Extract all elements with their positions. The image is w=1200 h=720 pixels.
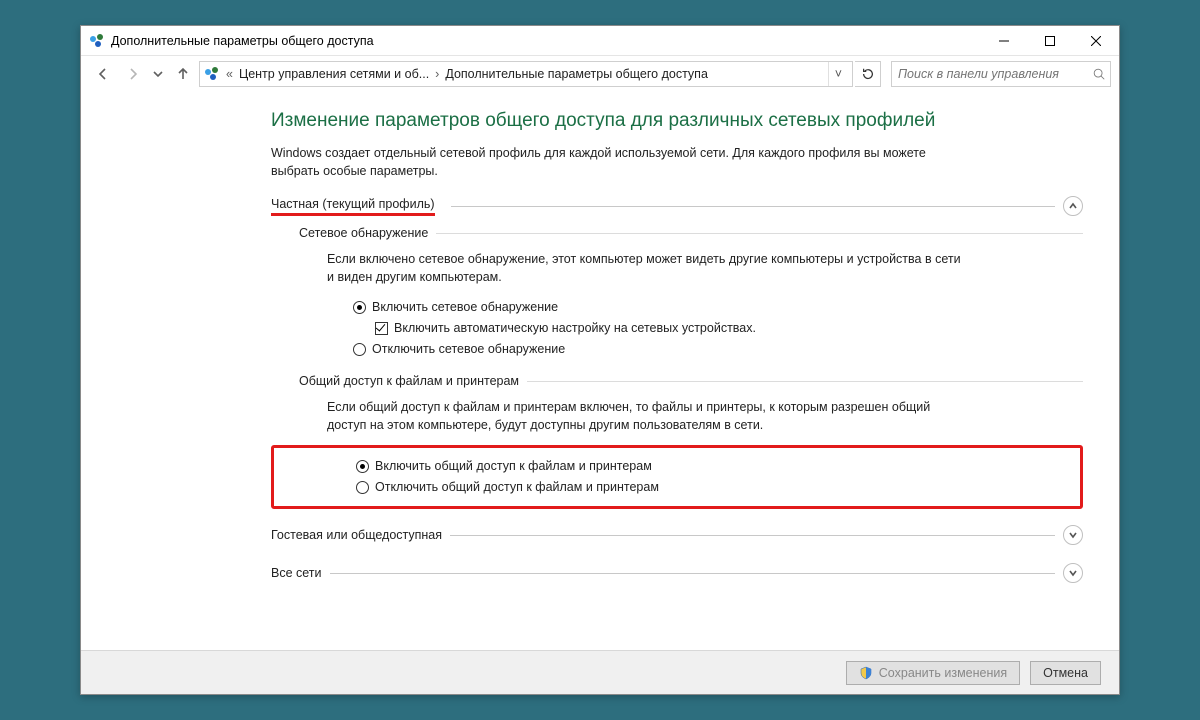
checkbox-label: Включить автоматическую настройку на сет… bbox=[394, 318, 756, 339]
radio-label: Отключить общий доступ к файлам и принте… bbox=[375, 477, 659, 498]
page-intro: Windows создает отдельный сетевой профил… bbox=[271, 144, 971, 180]
profile-all-header[interactable]: Все сети bbox=[271, 563, 1083, 583]
radio-discovery-off[interactable]: Отключить сетевое обнаружение bbox=[353, 339, 1083, 360]
page-title: Изменение параметров общего доступа для … bbox=[271, 110, 1083, 132]
checkbox-discovery-auto[interactable]: Включить автоматическую настройку на сет… bbox=[375, 318, 1083, 339]
chevron-right-icon: › bbox=[433, 67, 441, 81]
radio-fileshare-off[interactable]: Отключить общий доступ к файлам и принте… bbox=[356, 477, 1068, 498]
save-button-label: Сохранить изменения bbox=[879, 666, 1007, 680]
close-button[interactable] bbox=[1073, 26, 1119, 56]
discovery-subheader: Сетевое обнаружение bbox=[299, 226, 1083, 240]
window-title: Дополнительные параметры общего доступа bbox=[111, 34, 374, 48]
profile-all-label: Все сети bbox=[271, 566, 322, 580]
save-button[interactable]: Сохранить изменения bbox=[846, 661, 1020, 685]
nav-bar: « Центр управления сетями и об... › Допо… bbox=[81, 56, 1119, 92]
cancel-button[interactable]: Отмена bbox=[1030, 661, 1101, 685]
content-area: Изменение параметров общего доступа для … bbox=[81, 92, 1119, 650]
recent-locations-button[interactable] bbox=[149, 60, 167, 88]
forward-button[interactable] bbox=[119, 60, 147, 88]
discovery-options: Включить сетевое обнаружение Включить ав… bbox=[353, 297, 1083, 361]
checkbox-icon bbox=[375, 322, 388, 335]
network-sharing-icon bbox=[204, 66, 220, 82]
radio-fileshare-on[interactable]: Включить общий доступ к файлам и принтер… bbox=[356, 456, 1068, 477]
network-sharing-icon bbox=[89, 33, 105, 49]
cancel-button-label: Отмена bbox=[1043, 666, 1088, 680]
radio-icon bbox=[356, 460, 369, 473]
back-button[interactable] bbox=[89, 60, 117, 88]
title-bar: Дополнительные параметры общего доступа bbox=[81, 26, 1119, 56]
chevron-up-icon[interactable] bbox=[1063, 196, 1083, 216]
up-button[interactable] bbox=[169, 60, 197, 88]
fileshare-options: Включить общий доступ к файлам и принтер… bbox=[356, 456, 1068, 499]
radio-icon bbox=[353, 301, 366, 314]
discovery-title: Сетевое обнаружение bbox=[299, 226, 428, 240]
chevron-down-icon[interactable] bbox=[1063, 563, 1083, 583]
radio-label: Включить сетевое обнаружение bbox=[372, 297, 558, 318]
radio-discovery-on[interactable]: Включить сетевое обнаружение bbox=[353, 297, 1083, 318]
radio-label: Отключить сетевое обнаружение bbox=[372, 339, 565, 360]
search-box[interactable] bbox=[891, 61, 1111, 87]
refresh-button[interactable] bbox=[855, 61, 881, 87]
window: Дополнительные параметры общего доступа … bbox=[80, 25, 1120, 695]
breadcrumb-item[interactable]: Центр управления сетями и об... bbox=[239, 67, 429, 81]
maximize-button[interactable] bbox=[1027, 26, 1073, 56]
highlight-box: Включить общий доступ к файлам и принтер… bbox=[271, 445, 1083, 510]
fileshare-subheader: Общий доступ к файлам и принтерам bbox=[299, 374, 1083, 388]
radio-icon bbox=[353, 343, 366, 356]
profile-private-header[interactable]: Частная (текущий профиль) bbox=[271, 196, 1083, 216]
fileshare-description: Если общий доступ к файлам и принтерам в… bbox=[327, 398, 967, 434]
profile-guest-header[interactable]: Гостевая или общедоступная bbox=[271, 525, 1083, 545]
breadcrumb-item-current[interactable]: Дополнительные параметры общего доступа bbox=[445, 67, 708, 81]
fileshare-title: Общий доступ к файлам и принтерам bbox=[299, 374, 519, 388]
radio-icon bbox=[356, 481, 369, 494]
profile-private-label: Частная (текущий профиль) bbox=[271, 197, 435, 216]
radio-label: Включить общий доступ к файлам и принтер… bbox=[375, 456, 652, 477]
search-icon bbox=[1092, 67, 1106, 81]
breadcrumb[interactable]: « Центр управления сетями и об... › Допо… bbox=[199, 61, 853, 87]
chevron-down-icon[interactable]: ˅ bbox=[828, 62, 848, 86]
discovery-description: Если включено сетевое обнаружение, этот … bbox=[327, 250, 967, 286]
minimize-button[interactable] bbox=[981, 26, 1027, 56]
chevron-down-icon[interactable] bbox=[1063, 525, 1083, 545]
footer-bar: Сохранить изменения Отмена bbox=[81, 650, 1119, 694]
search-input[interactable] bbox=[896, 66, 1092, 82]
profile-guest-label: Гостевая или общедоступная bbox=[271, 528, 442, 542]
chevron-left-icon: « bbox=[224, 67, 235, 81]
shield-icon bbox=[859, 666, 873, 680]
